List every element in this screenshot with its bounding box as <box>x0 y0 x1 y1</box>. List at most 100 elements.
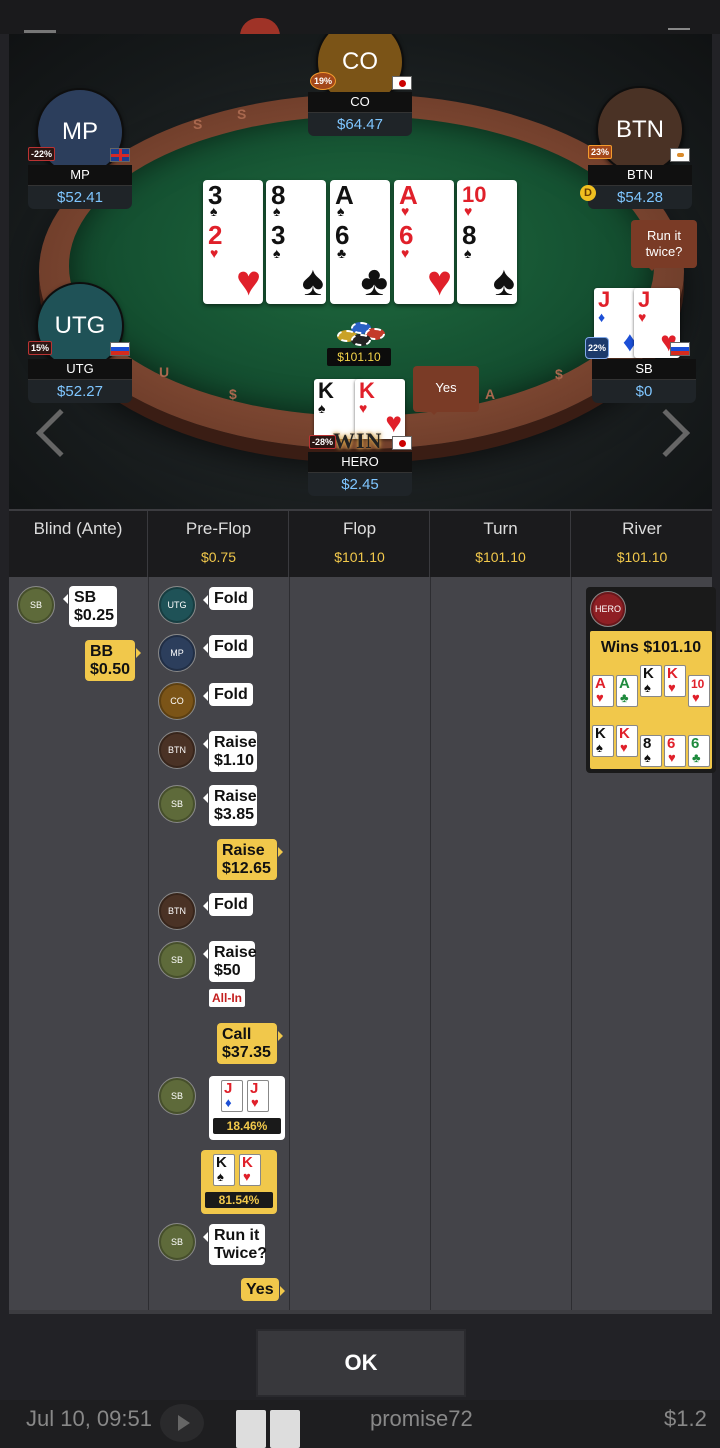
hand-list-row[interactable]: Jul 10, 09:51 promise72 $1.2 <box>0 1400 720 1448</box>
dealer-button-icon: D <box>580 185 596 201</box>
mini-card: A ♣ <box>616 675 638 707</box>
card-thumb <box>270 1410 300 1448</box>
heart-icon: ♥ <box>236 257 261 304</box>
board-card: 3 ♠ 2 ♥ ♥ <box>203 180 263 304</box>
seat-name-co: CO <box>308 92 412 112</box>
mini-card: K ♠ <box>592 725 614 757</box>
chevron-left-icon[interactable] <box>35 408 85 458</box>
spade-icon: ♠ <box>337 203 345 219</box>
street-preflop[interactable]: Pre-Flop $0.75 <box>149 511 289 577</box>
street-name: Pre-Flop <box>185 519 252 538</box>
action-bubble: Fold <box>203 683 253 706</box>
seat-stack-hero: $2.45 <box>308 472 412 496</box>
play-icon[interactable] <box>160 1404 204 1442</box>
heart-icon: ♥ <box>668 750 676 765</box>
equity-badge-hero: -28% <box>309 435 337 449</box>
street-turn[interactable]: Turn $101.10 <box>431 511 571 577</box>
mini-card: 8 ♠ <box>640 735 662 767</box>
seat-stack-utg: $52.27 <box>28 379 132 403</box>
mini-card: 10 ♥ <box>688 675 710 707</box>
flag-uk-icon <box>110 148 130 162</box>
heart-icon: ♥ <box>359 400 368 416</box>
pot-chips-icon <box>331 316 391 348</box>
diamond-icon: ♦ <box>225 1095 232 1110</box>
player-name: promise72 <box>370 1406 473 1431</box>
action-bubble: Fold <box>203 635 253 658</box>
avatar-utg: UTG <box>36 282 124 370</box>
app-header-background <box>0 0 720 36</box>
ok-button[interactable]: OK <box>256 1329 466 1397</box>
spade-icon: ♠ <box>464 245 472 261</box>
player-badge: SB <box>158 1223 196 1261</box>
seat-stack-btn: $54.28 <box>588 185 692 209</box>
sb-showdown: J ♦ J ♥ 18.46% <box>209 1076 285 1140</box>
heart-icon: ♥ <box>210 245 219 261</box>
rail-letter: A <box>485 386 496 402</box>
street-name: River <box>622 519 662 538</box>
spade-icon: ♠ <box>301 257 324 304</box>
mini-card: J ♦ <box>221 1080 243 1112</box>
heart-icon: ♥ <box>620 740 628 755</box>
rail-letter: U <box>159 364 170 380</box>
card-thumb <box>236 1410 266 1448</box>
mini-card: K ♥ <box>616 725 638 757</box>
seat-name-hero: HERO <box>308 452 412 472</box>
action-bubble-hero: Raise $12.65 <box>217 839 283 880</box>
pot-amount: $101.10 <box>327 348 391 366</box>
avatar-mp: MP <box>36 88 124 176</box>
spade-icon: ♠ <box>217 1169 224 1184</box>
spade-icon: ♠ <box>644 680 651 695</box>
action-bubble: Raise $1.10 <box>203 731 257 772</box>
street-amount: $101.10 <box>334 549 385 565</box>
flag-cyprus-icon <box>670 148 690 162</box>
mini-card: 6 ♣ <box>688 735 710 767</box>
street-name: Flop <box>342 519 377 538</box>
spade-icon: ♠ <box>596 740 603 755</box>
street-amount: $0.75 <box>200 549 237 565</box>
street-river[interactable]: River $101.10 <box>572 511 712 577</box>
club-icon: ♣ <box>692 750 701 765</box>
mini-card: 6 ♥ <box>664 735 686 767</box>
chevron-right-icon[interactable] <box>641 408 691 458</box>
wins-label: Wins $101.10 <box>600 639 702 656</box>
heart-icon: ♥ <box>638 309 647 325</box>
action-bubble-hero: Call $37.35 <box>217 1023 283 1064</box>
spade-icon: ♠ <box>318 400 326 416</box>
flag-japan-icon <box>392 76 412 90</box>
mini-card: K ♥ <box>239 1154 261 1186</box>
seat-abbr: UTG <box>54 312 106 339</box>
flag-japan-icon <box>392 436 412 450</box>
heart-icon: ♥ <box>401 203 410 219</box>
spade-icon: ♠ <box>644 750 651 765</box>
heart-icon: ♥ <box>427 257 452 304</box>
player-badge: HERO <box>590 591 626 627</box>
street-flop[interactable]: Flop $101.10 <box>290 511 430 577</box>
club-icon: ♣ <box>337 245 347 261</box>
mini-card: K ♥ <box>664 665 686 697</box>
seat-abbr: MP <box>62 118 98 145</box>
action-bubble-hero: BB $0.50 <box>85 640 141 681</box>
seat-abbr: CO <box>342 48 378 75</box>
player-badge: SB <box>158 1077 196 1115</box>
heart-icon: ♥ <box>668 680 676 695</box>
equity-badge-btn: 23% <box>588 145 613 159</box>
seat-abbr: BTN <box>616 116 664 143</box>
club-icon: ♣ <box>620 690 629 705</box>
player-badge: SB <box>17 586 55 624</box>
action-bubble: Raise $3.85 <box>203 785 257 826</box>
heart-icon: ♥ <box>385 407 402 438</box>
spade-icon: ♠ <box>210 203 218 219</box>
street-amount: $101.10 <box>616 549 668 565</box>
player-badge: SB <box>158 941 196 979</box>
spade-icon: ♠ <box>273 245 281 261</box>
mini-card: A ♥ <box>592 675 614 707</box>
action-bubble: Fold <box>203 893 253 916</box>
equity-badge-sb: 22% <box>585 337 610 359</box>
player-badge: UTG <box>158 586 196 624</box>
street-blind[interactable]: Blind (Ante) <box>9 511 148 577</box>
seat-name-btn: BTN <box>588 165 692 185</box>
poker-table-view: S S U $ $ A CO 19% CO $64.47 MP -22% MP … <box>9 34 712 509</box>
action-bubble: Run it Twice? <box>203 1224 267 1265</box>
spade-icon: ♠ <box>273 203 281 219</box>
hand-date: Jul 10, 09:51 <box>26 1406 152 1431</box>
